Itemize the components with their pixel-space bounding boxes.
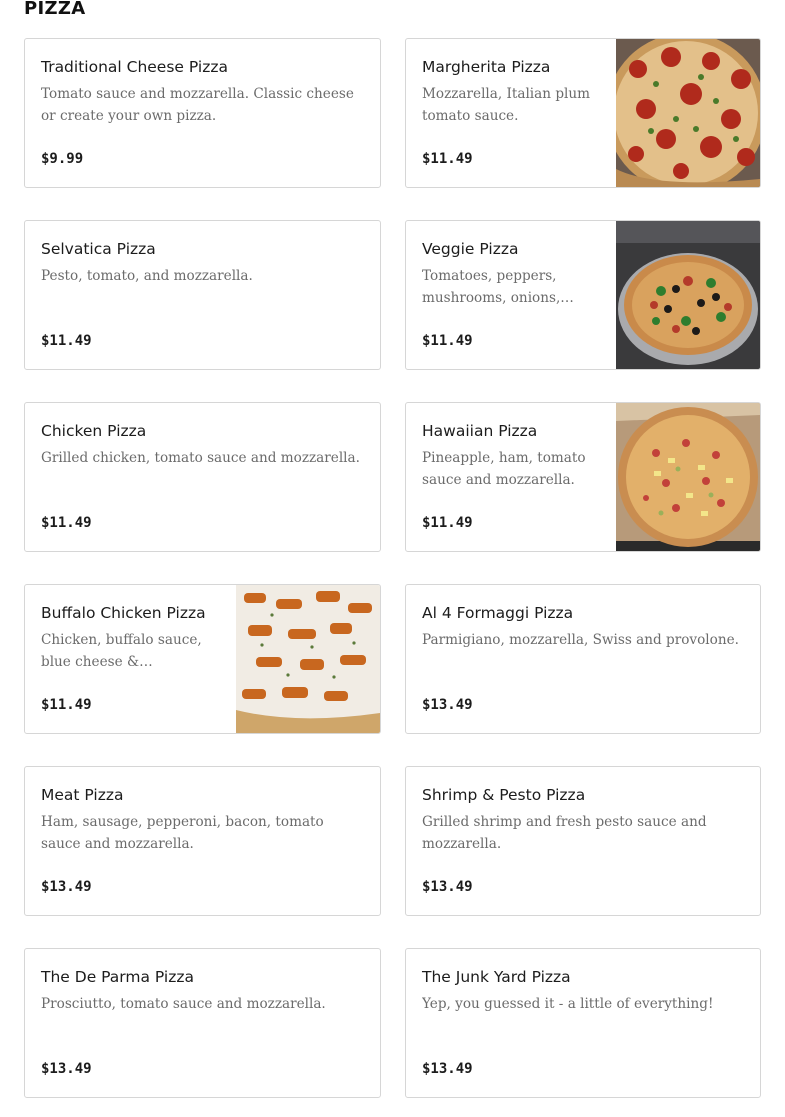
menu-item-name: Al 4 Formaggi Pizza	[422, 604, 574, 622]
menu-item-body: The Junk Yard Pizza Yep, you guessed it …	[406, 949, 760, 1097]
menu-item-body: Veggie Pizza Tomatoes, peppers, mushroom…	[406, 221, 616, 369]
menu-item-name: Hawaiian Pizza	[422, 422, 538, 440]
buffalo-chicken-pizza-photo	[236, 585, 380, 733]
menu-item-body: Selvatica Pizza Pesto, tomato, and mozza…	[25, 221, 380, 369]
menu-item-body: Al 4 Formaggi Pizza Parmigiano, mozzarel…	[406, 585, 760, 733]
menu-item-price: $13.49	[422, 879, 473, 895]
menu-item-description: Mozzarella, Italian plum tomato sauce.	[422, 86, 591, 124]
menu-item-price: $11.49	[41, 515, 92, 531]
menu-item-price: $13.49	[41, 1061, 92, 1077]
menu-item-price: $11.49	[422, 333, 473, 349]
menu-item-card[interactable]: Margherita Pizza Mozzarella, Italian plu…	[405, 38, 761, 188]
menu-item-name: The Junk Yard Pizza	[422, 968, 571, 986]
menu-item-body: Meat Pizza Ham, sausage, pepperoni, baco…	[25, 767, 380, 915]
menu-item-description: Tomato sauce and mozzarella. Classic che…	[41, 86, 354, 124]
menu-item-body: Buffalo Chicken Pizza Chicken, buffalo s…	[25, 585, 236, 733]
menu-item-card[interactable]: Traditional Cheese Pizza Tomato sauce an…	[24, 38, 381, 188]
section-title: PIZZA	[24, 0, 86, 19]
menu-item-description: Chicken, buffalo sauce, blue cheese & mo…	[41, 632, 202, 670]
menu-item-body: Shrimp & Pesto Pizza Grilled shrimp and …	[406, 767, 760, 915]
menu-item-card[interactable]: The De Parma Pizza Prosciutto, tomato sa…	[24, 948, 381, 1098]
menu-item-body: Margherita Pizza Mozzarella, Italian plu…	[406, 39, 616, 187]
menu-item-description: Parmigiano, mozzarella, Swiss and provol…	[422, 632, 739, 648]
menu-item-body: Hawaiian Pizza Pineapple, ham, tomato sa…	[406, 403, 616, 551]
menu-item-price: $9.99	[41, 151, 84, 167]
menu-item-name: Selvatica Pizza	[41, 240, 156, 258]
menu-item-card[interactable]: Chicken Pizza Grilled chicken, tomato sa…	[24, 402, 381, 552]
menu-item-card[interactable]: Buffalo Chicken Pizza Chicken, buffalo s…	[24, 584, 381, 734]
menu-item-price: $11.49	[41, 697, 92, 713]
menu-item-name: Buffalo Chicken Pizza	[41, 604, 206, 622]
menu-item-card[interactable]: Al 4 Formaggi Pizza Parmigiano, mozzarel…	[405, 584, 761, 734]
menu-item-description: Pineapple, ham, tomato sauce and mozzare…	[422, 450, 586, 488]
menu-item-description: Grilled chicken, tomato sauce and mozzar…	[41, 450, 360, 466]
menu-item-description: Prosciutto, tomato sauce and mozzarella.	[41, 996, 326, 1012]
menu-item-name: The De Parma Pizza	[41, 968, 195, 986]
menu-item-description: Yep, you guessed it - a little of everyt…	[422, 996, 714, 1012]
menu-item-card[interactable]: The Junk Yard Pizza Yep, you guessed it …	[405, 948, 761, 1098]
margherita-pizza-photo	[616, 39, 760, 187]
menu-item-name: Chicken Pizza	[41, 422, 147, 440]
menu-item-description: Tomatoes, peppers, mushrooms, onions, ol…	[422, 268, 561, 306]
menu-item-name: Margherita Pizza	[422, 58, 551, 76]
menu-item-card[interactable]: Veggie Pizza Tomatoes, peppers, mushroom…	[405, 220, 761, 370]
menu-item-price: $13.49	[41, 879, 92, 895]
menu-item-name: Shrimp & Pesto Pizza	[422, 786, 586, 804]
menu-item-price: $11.49	[422, 151, 473, 167]
menu-item-body: The De Parma Pizza Prosciutto, tomato sa…	[25, 949, 380, 1097]
menu-item-price: $11.49	[41, 333, 92, 349]
menu-item-name: Meat Pizza	[41, 786, 124, 804]
menu-item-body: Traditional Cheese Pizza Tomato sauce an…	[25, 39, 380, 187]
menu-item-card[interactable]: Hawaiian Pizza Pineapple, ham, tomato sa…	[405, 402, 761, 552]
menu-grid: Traditional Cheese Pizza Tomato sauce an…	[24, 38, 761, 1098]
menu-item-description: Ham, sausage, pepperoni, bacon, tomato s…	[41, 814, 324, 852]
menu-item-description: Pesto, tomato, and mozzarella.	[41, 268, 253, 284]
menu-item-card[interactable]: Meat Pizza Ham, sausage, pepperoni, baco…	[24, 766, 381, 916]
menu-item-price: $13.49	[422, 697, 473, 713]
menu-item-price: $11.49	[422, 515, 473, 531]
menu-item-card[interactable]: Shrimp & Pesto Pizza Grilled shrimp and …	[405, 766, 761, 916]
hawaiian-pizza-photo	[616, 403, 760, 551]
menu-item-name: Veggie Pizza	[422, 240, 519, 258]
menu-item-body: Chicken Pizza Grilled chicken, tomato sa…	[25, 403, 380, 551]
menu-item-price: $13.49	[422, 1061, 473, 1077]
menu-item-description: Grilled shrimp and fresh pesto sauce and…	[422, 814, 707, 852]
menu-item-card[interactable]: Selvatica Pizza Pesto, tomato, and mozza…	[24, 220, 381, 370]
veggie-pizza-photo	[616, 221, 760, 369]
menu-item-name: Traditional Cheese Pizza	[41, 58, 228, 76]
